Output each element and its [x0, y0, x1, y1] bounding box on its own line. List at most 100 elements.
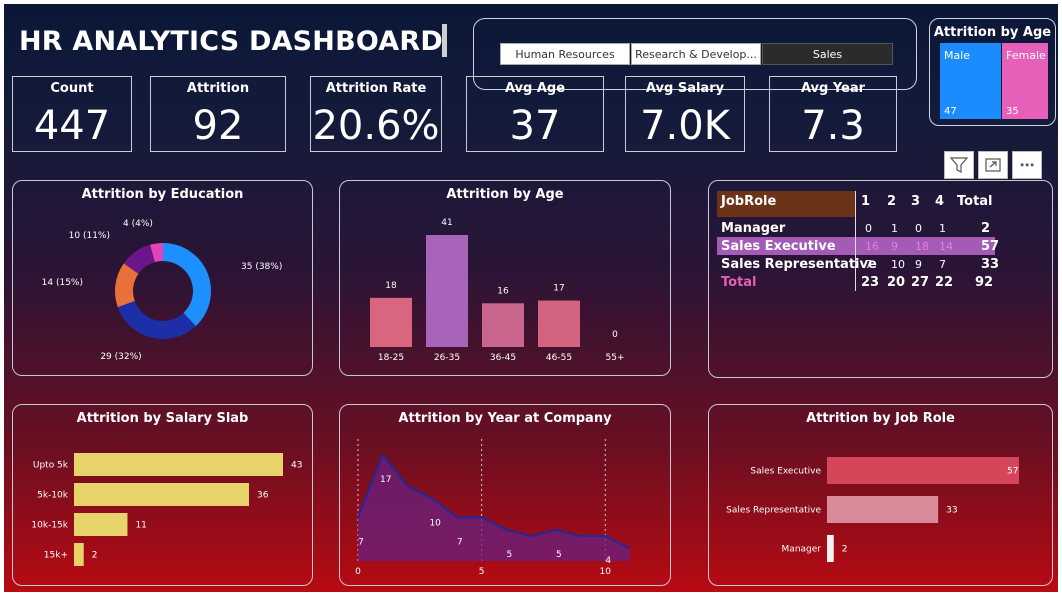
salary-bar [74, 543, 84, 566]
kpi-label: Attrition [186, 81, 250, 96]
donut-slice [163, 243, 211, 327]
salary-bar [74, 453, 283, 476]
matrix-header-cell: Total [957, 194, 993, 209]
jobrole-bar-value: 33 [946, 506, 957, 516]
age-bar-value: 18 [385, 281, 397, 291]
matrix-total-cell: 27 [911, 275, 930, 290]
salary-bar [74, 513, 128, 536]
salary-tick-label: 15k+ [44, 551, 68, 561]
education-card: Attrition by Education 35 (38%) 29 (32%) 1… [12, 180, 313, 376]
matrix-total-label: Total [721, 275, 757, 290]
donut-label: 10 (11%) [69, 231, 110, 241]
matrix-row-label: Manager [721, 221, 786, 236]
matrix-row-total: 33 [981, 257, 1000, 272]
matrix-cell: 1 [939, 222, 946, 235]
education-donut-chart: 35 (38%) 29 (32%) 14 (15%) 10 (11%) 4 (4%) [42, 219, 283, 362]
year-area [358, 455, 630, 561]
dashboard-canvas: HR ANALYTICS DASHBOARD Human Resources R… [4, 4, 1058, 592]
kpi-value: 92 [192, 103, 244, 149]
kpi-label: Avg Salary [645, 81, 725, 96]
year-data-label: 5 [506, 550, 512, 560]
matrix-total-cell: 22 [935, 275, 954, 290]
age-bar-value: 41 [441, 218, 452, 228]
kpi-value: 7.0K [640, 103, 730, 149]
gender-tile-label: Male [944, 49, 971, 62]
matrix-header-cell: 2 [887, 194, 897, 209]
kpi-card-avg-age: Avg Age 37 [466, 76, 604, 152]
age-bar [482, 303, 524, 347]
matrix-cell: 18 [915, 240, 929, 253]
year-data-label: 10 [429, 519, 441, 529]
jobrole-bar [827, 496, 939, 523]
age-bar [426, 235, 468, 347]
matrix-grand-total: 92 [975, 275, 994, 290]
slicer-option-human-resources[interactable]: Human Resources [500, 43, 630, 65]
age-bar [538, 300, 580, 347]
kpi-value: 37 [509, 103, 561, 149]
more-options-button[interactable]: ⋯ [1012, 151, 1042, 179]
year-data-label: 17 [380, 475, 391, 485]
year-data-label: 7 [358, 537, 364, 547]
slicer-option-research-development[interactable]: Research & Develop... [631, 43, 761, 65]
slicer-option-sales[interactable]: Sales [762, 43, 893, 65]
filter-button[interactable] [944, 151, 974, 179]
age-tick-label: 36-45 [490, 353, 516, 363]
donut-label: 29 (32%) [100, 352, 141, 362]
kpi-value: 447 [33, 103, 111, 149]
salary-tick-label: 5k-10k [37, 491, 69, 501]
year-data-label: 4 [605, 556, 611, 566]
kpi-label: Avg Year [800, 81, 866, 96]
age-bar [370, 297, 412, 347]
gender-tile-female[interactable]: Female 35 [1002, 43, 1048, 119]
year-area-chart: 0 5 10 7 17 10 7 5 5 4 [355, 439, 631, 577]
jobrole-card: Attrition by Job Role Sales Executive 57 S… [708, 404, 1053, 586]
matrix-cell: 16 [865, 240, 879, 253]
age-card: Attrition by Age 18 18-25 41 26-35 16 36-45 17… [339, 180, 671, 376]
age-bar-value: 16 [497, 286, 509, 296]
matrix-row-label: Sales Representative [721, 257, 877, 272]
matrix-cell: 10 [891, 258, 905, 271]
matrix-cell: 14 [939, 240, 953, 253]
year-data-label: 7 [457, 537, 463, 547]
matrix-row-total: 57 [981, 239, 1000, 254]
filter-icon [950, 157, 968, 173]
salary-card: Attrition by Salary Slab Upto 5k 43 5k-10k… [12, 404, 313, 586]
jobrole-tick-label: Manager [782, 545, 822, 555]
jobrole-matrix-card: JobRole 1 2 3 4 Total Manager 0 1 0 1 2 Sales Execut… [708, 180, 1053, 378]
age-bar-value: 17 [553, 284, 564, 294]
focus-mode-button[interactable] [978, 151, 1008, 179]
age-bar-chart: 18 18-25 41 26-35 16 36-45 17 46-55 0 55+ [370, 218, 625, 363]
salary-bar-value: 11 [135, 521, 146, 531]
salary-bar-chart: Upto 5k 43 5k-10k 36 10k-15k 11 15k+ 2 [31, 453, 302, 566]
kpi-value: 7.3 [801, 103, 865, 149]
jobrole-bar-chart: Sales Executive 57 Sales Representative 33 M… [726, 457, 1019, 562]
gender-tile-male[interactable]: Male 47 [940, 43, 1001, 119]
age-tick-label: 26-35 [434, 353, 460, 363]
matrix-cell: 7 [865, 258, 872, 271]
age-tick-label: 46-55 [546, 353, 572, 363]
focus-mode-icon [985, 158, 1001, 172]
gender-tile-value: 47 [944, 106, 957, 117]
matrix-header-cell: 3 [911, 194, 921, 209]
salary-tick-label: 10k-15k [31, 521, 68, 531]
more-options-icon: ⋯ [1019, 156, 1035, 174]
gender-treemap-card: Attrition by Age Male 47 Female 35 [929, 18, 1056, 126]
matrix-divider [855, 191, 856, 291]
matrix-cell: 9 [915, 258, 922, 271]
salary-tick-label: Upto 5k [33, 461, 69, 471]
year-data-label: 5 [556, 550, 562, 560]
matrix-total-cell: 20 [887, 275, 906, 290]
matrix-header-cell: 4 [935, 194, 945, 209]
jobrole-bar-value: 57 [1007, 467, 1018, 477]
gender-tile-label: Female [1006, 49, 1046, 62]
jobrole-bar [827, 457, 1019, 484]
matrix-header-cell: 1 [861, 194, 871, 209]
kpi-card-count: Count 447 [12, 76, 132, 152]
kpi-card-avg-salary: Avg Salary 7.0K [625, 76, 745, 152]
title-divider [442, 24, 447, 57]
gender-card-title: Attrition by Age [933, 25, 1052, 40]
jobrole-tick-label: Sales Representative [726, 506, 821, 516]
matrix-cell: 0 [865, 222, 872, 235]
donut-label: 35 (38%) [241, 262, 282, 272]
matrix-cell: 7 [939, 258, 946, 271]
